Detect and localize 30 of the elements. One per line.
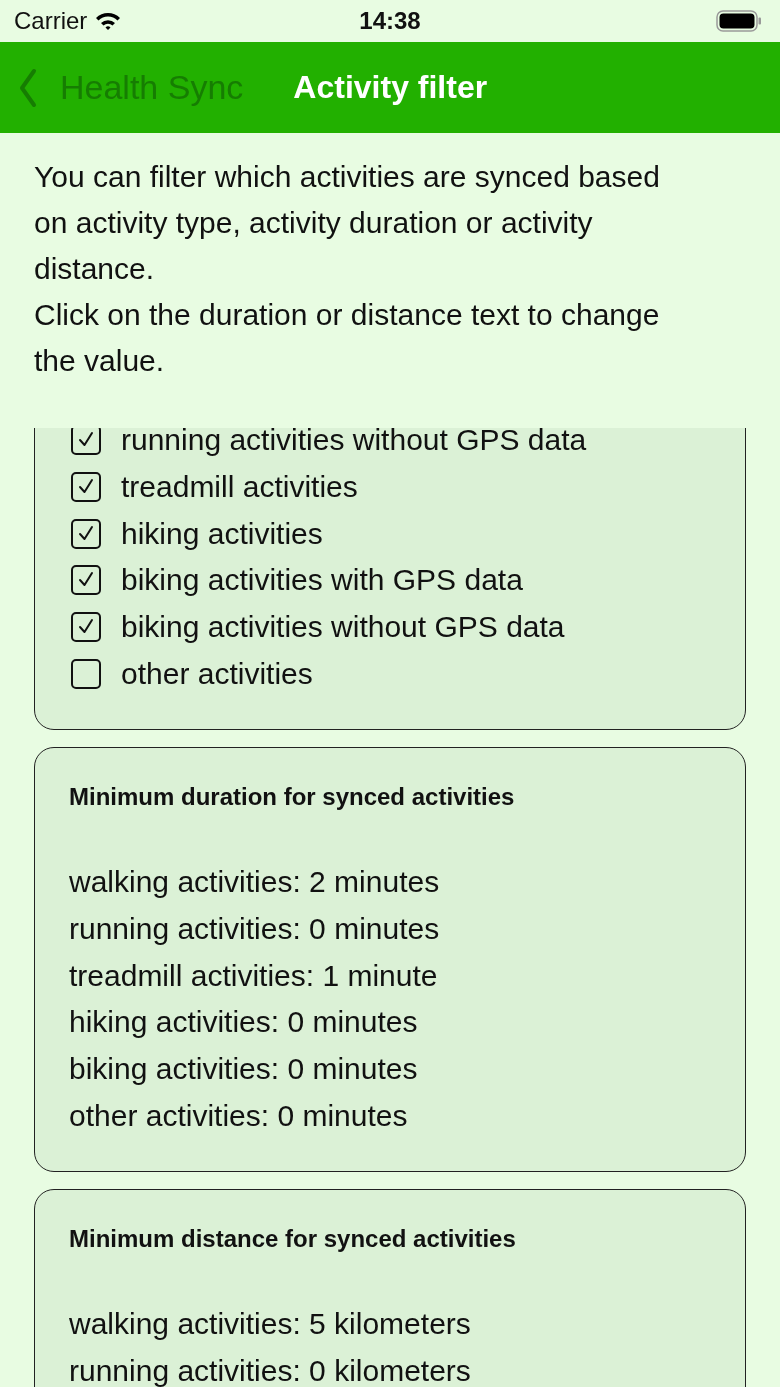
value-link[interactable]: treadmill activities: 1 minute [69,952,711,1000]
value-link[interactable]: running activities: 0 minutes [69,905,711,953]
checkbox[interactable] [71,428,101,456]
value-link[interactable]: hiking activities: 0 minutes [69,999,711,1046]
checkbox[interactable] [71,472,101,503]
value-link[interactable]: running activities: 0 kilometers [69,1348,711,1387]
checkbox[interactable] [71,658,101,689]
clock-time: 14:38 [358,7,422,35]
carrier-label: Carrier [14,7,88,35]
value-link[interactable]: walking activities: 2 minutes [69,859,711,906]
battery-icon [716,10,762,32]
checkbox-label: running activities without GPS data [121,428,587,458]
checkbox[interactable] [71,565,101,596]
screen-title: Activity filter [293,69,488,106]
checkbox-label: treadmill activities [121,470,358,505]
checkbox-label: biking activities with GPS data [121,563,523,598]
checkbox-label: biking activities without GPS data [121,610,565,645]
chevron-left-icon [18,67,38,108]
wifi-icon [95,11,122,31]
checkbox-label: hiking activities [121,516,323,551]
card-title: Minimum duration for synced activities [69,782,516,813]
description-text: Click on the duration or distance text to change the value. [34,297,661,379]
checkbox[interactable] [71,518,101,549]
checkbox-label: other activities [121,656,313,691]
value-link[interactable]: other activities: 0 minutes [69,1092,711,1140]
checkbox[interactable] [71,612,101,643]
value-link[interactable]: biking activities: 0 minutes [69,1045,711,1093]
card-title: Minimum distance for synced activities [69,1224,517,1255]
value-link[interactable]: walking activities: 5 kilometers [69,1301,711,1349]
description-text: You can filter which activities are synced based on activity type, activity duration or activity distance. [34,159,661,287]
